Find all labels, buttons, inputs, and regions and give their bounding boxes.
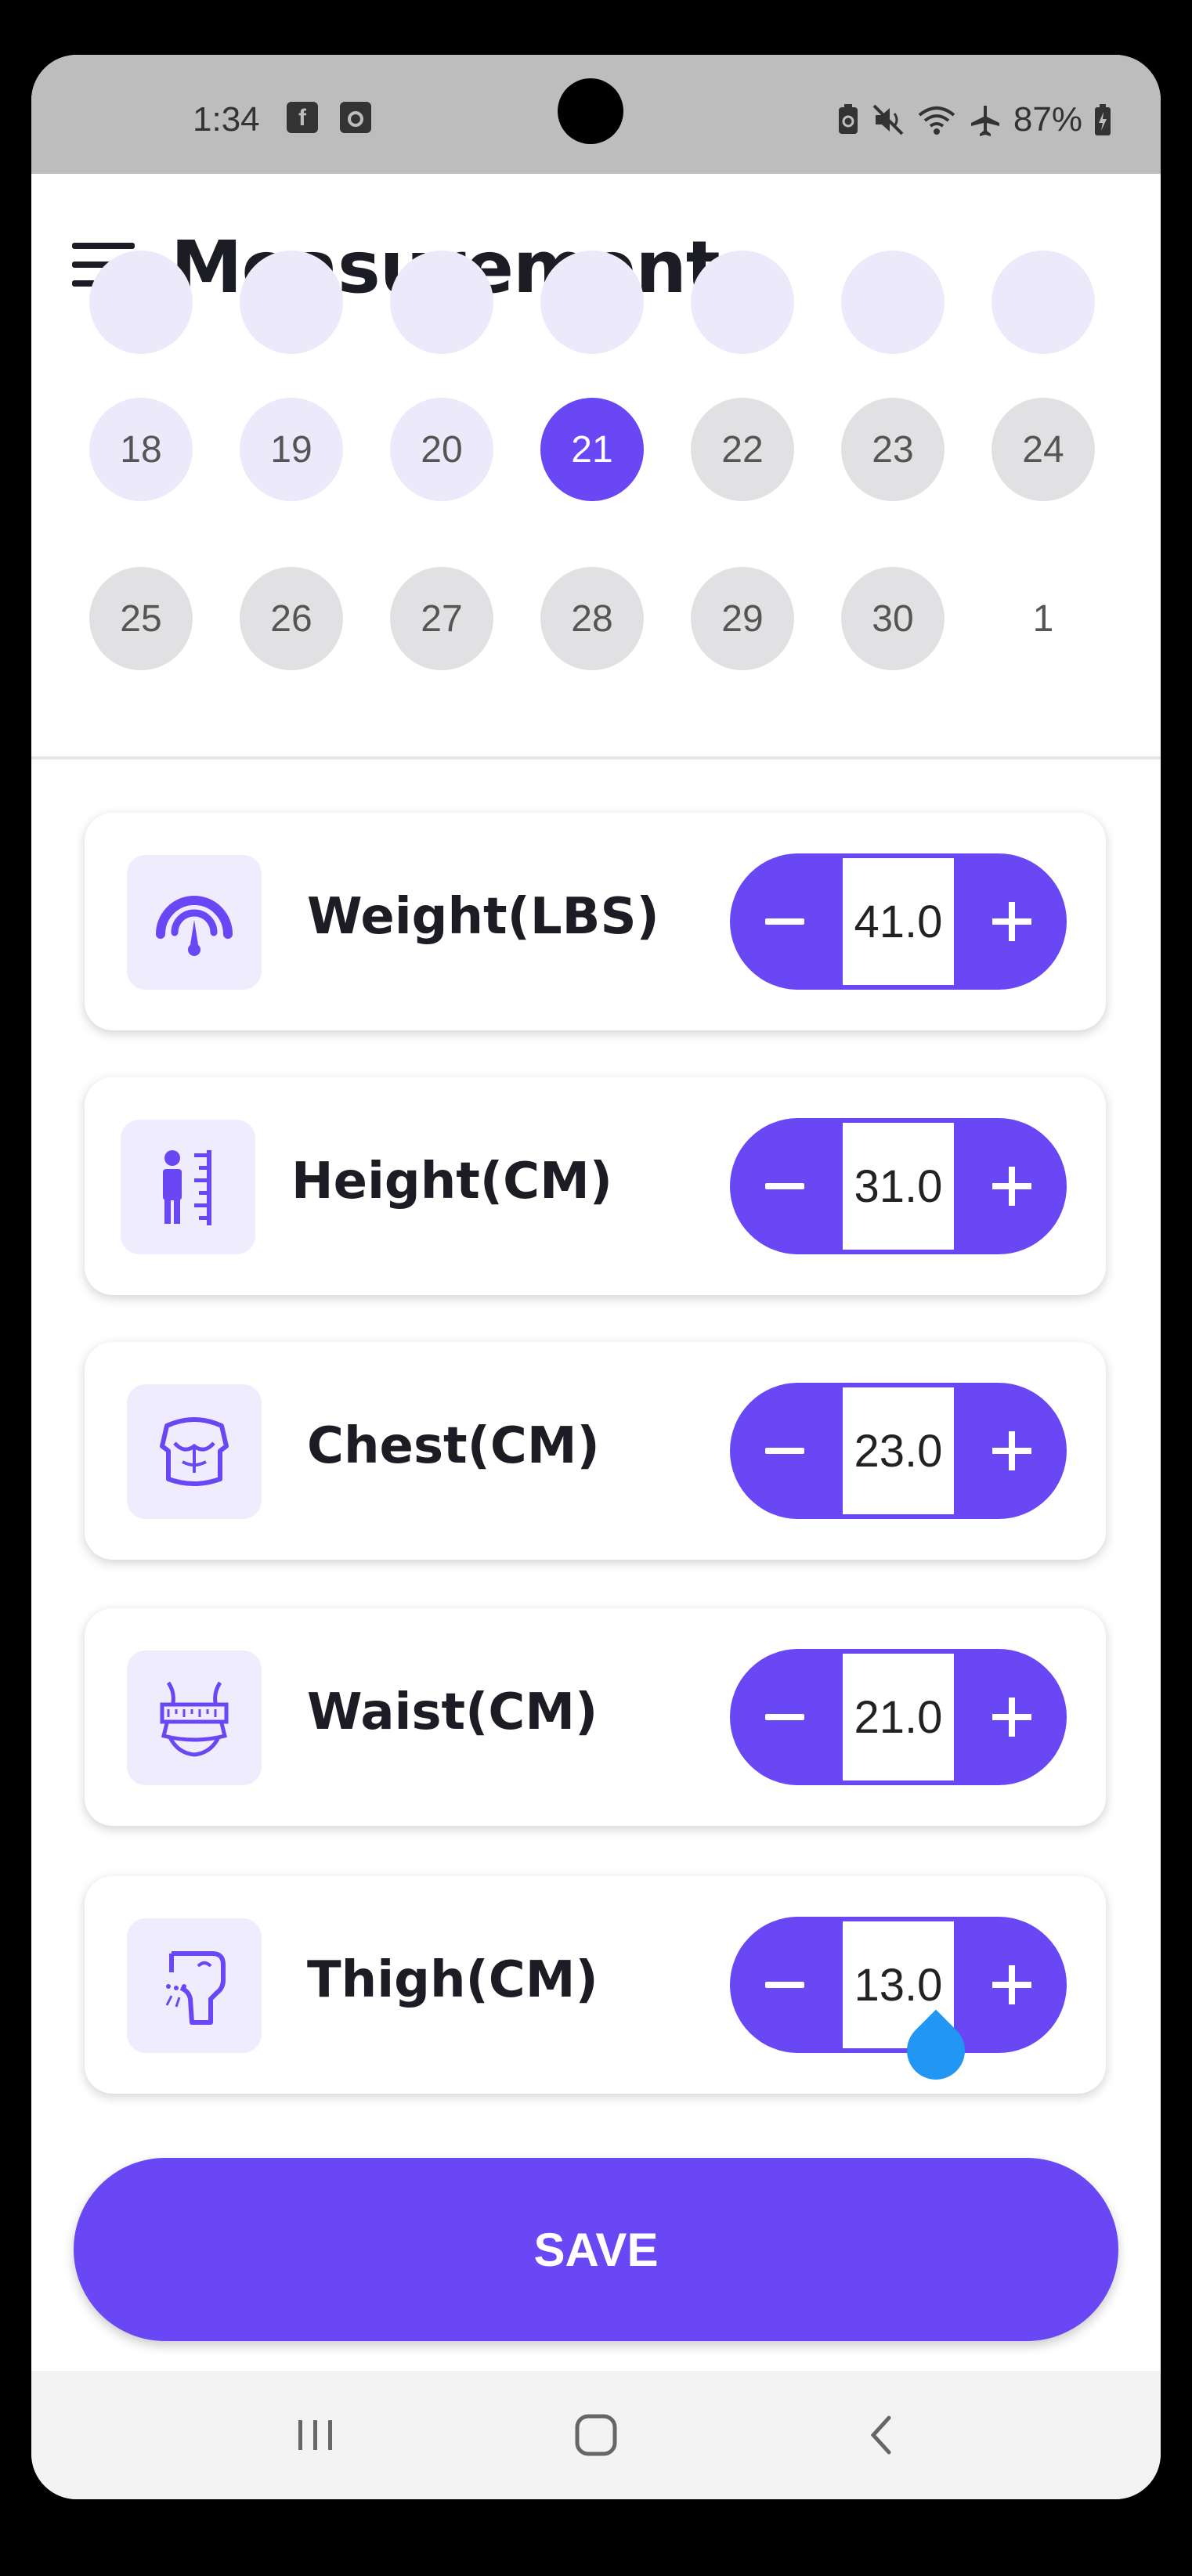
battery-icon [1095,104,1111,135]
measurement-label: Waist(CM) [307,1683,598,1741]
home-icon[interactable] [561,2402,631,2468]
increment-button[interactable] [957,1917,1067,2053]
minus-icon [765,1183,804,1189]
divider [31,756,1161,759]
calendar-day[interactable]: 20 [390,398,493,501]
calendar-day[interactable]: 29 [691,567,794,670]
calendar-day-partial [691,251,794,354]
measurement-card-chest: Chest(CM) 23.0 [85,1342,1106,1560]
calendar-day[interactable]: 25 [89,567,193,670]
decrement-button[interactable] [730,1383,840,1519]
calendar-day[interactable]: 27 [390,567,493,670]
battery-saver-icon [838,104,858,134]
decrement-button[interactable] [730,1917,840,2053]
measurement-card-weight: Weight(LBS) 41.0 [85,813,1106,1030]
airplane-mode-icon [970,106,999,136]
measurement-card-height: Height(CM) 31.0 [85,1077,1106,1295]
mute-icon [872,104,904,135]
measurement-card-waist: Waist(CM) 21.0 [85,1608,1106,1826]
phone-screen: 1:34 f 87% Measurement 18 19 [31,55,1161,2499]
weight-stepper: 41.0 [730,853,1067,990]
chest-value-field[interactable]: 23.0 [843,1387,954,1514]
chest-icon [127,1384,262,1519]
plus-icon [992,1167,1031,1206]
calendar-day[interactable]: 23 [841,398,945,501]
save-button[interactable]: SAVE [74,2158,1118,2341]
decrement-button[interactable] [730,1649,840,1785]
status-right: 87% [836,100,1112,139]
calendar-day[interactable]: 22 [691,398,794,501]
recent-apps-icon[interactable] [280,2402,351,2468]
battery-percent: 87% [1013,100,1082,139]
calendar-day-partial [240,251,343,354]
measurement-label: Weight(LBS) [307,888,659,946]
measurement-label: Chest(CM) [307,1417,600,1475]
decrement-button[interactable] [730,1118,840,1254]
waist-stepper: 21.0 [730,1649,1067,1785]
calendar-day[interactable]: 24 [992,398,1095,501]
calendar-day[interactable]: 26 [240,567,343,670]
wifi-icon [918,106,955,135]
front-camera [558,78,623,144]
plus-icon [992,902,1031,941]
increment-button[interactable] [957,1383,1067,1519]
status-bar: 1:34 f 87% [31,55,1161,174]
minus-icon [765,1714,804,1720]
weight-value-field[interactable]: 41.0 [843,858,954,985]
calendar-day-partial [89,251,193,354]
system-nav-bar [31,2371,1161,2499]
calendar-day-selected[interactable]: 21 [540,398,644,501]
increment-button[interactable] [957,853,1067,990]
chest-stepper: 23.0 [730,1383,1067,1519]
thigh-stepper: 13.0 [730,1917,1067,2053]
increment-button[interactable] [957,1649,1067,1785]
calendar-day[interactable]: 1 [992,567,1095,670]
status-time: 1:34 [193,100,260,139]
calendar-grid: 18 19 20 21 22 23 24 25 26 27 28 29 30 1 [31,251,1161,753]
height-ruler-icon [121,1120,255,1254]
minus-icon [765,918,804,925]
calendar-day[interactable]: 30 [841,567,945,670]
waist-tape-icon [127,1651,262,1785]
calendar-day-partial [992,251,1095,354]
plus-icon [992,1697,1031,1737]
waist-value-field[interactable]: 21.0 [843,1654,954,1780]
measurement-label: Height(CM) [291,1153,613,1210]
calendar-day-partial [390,251,493,354]
calendar-day-partial [540,251,644,354]
calendar-day[interactable]: 28 [540,567,644,670]
minus-icon [765,1982,804,1988]
height-stepper: 31.0 [730,1118,1067,1254]
measurement-label: Thigh(CM) [307,1951,598,2009]
calendar-day-partial [841,251,945,354]
increment-button[interactable] [957,1118,1067,1254]
facebook-icon: f [287,102,318,133]
height-value-field[interactable]: 31.0 [843,1123,954,1250]
media-icon [340,102,371,133]
thigh-icon [127,1918,262,2053]
calendar-day[interactable]: 19 [240,398,343,501]
plus-icon [992,1431,1031,1470]
plus-icon [992,1965,1031,2004]
calendar-day[interactable]: 18 [89,398,193,501]
minus-icon [765,1448,804,1454]
decrement-button[interactable] [730,853,840,990]
weight-scale-icon [127,855,262,990]
back-icon[interactable] [846,2402,916,2468]
